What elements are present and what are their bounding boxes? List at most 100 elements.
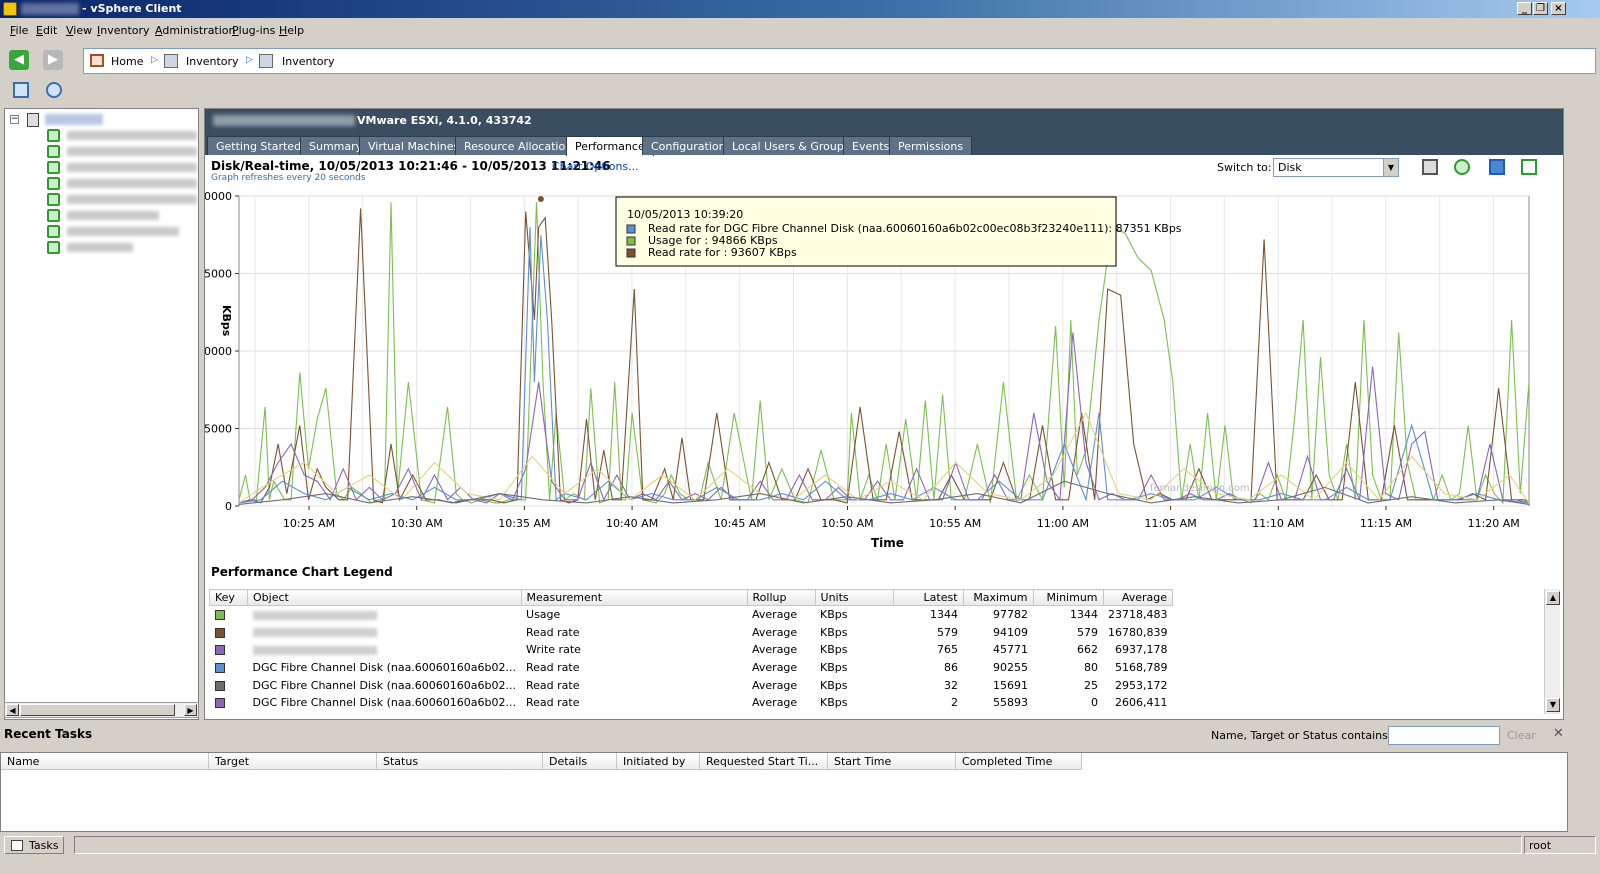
recent-tasks-title: Recent Tasks	[4, 727, 93, 741]
cell-minimum: 0	[1091, 696, 1099, 710]
breadcrumb-inventory-hosts[interactable]: Inventory	[282, 55, 335, 68]
x-tick-label: 10:25 AM	[283, 517, 335, 530]
close-icon[interactable]: ✕	[1553, 726, 1564, 741]
cell-measurement: Usage	[526, 608, 561, 622]
tree-host-node[interactable]: −	[5, 111, 195, 127]
tree-vm-node[interactable]	[5, 143, 197, 159]
tree-vm-node[interactable]	[5, 127, 197, 143]
forward-arrow-icon[interactable]: ▶	[43, 50, 63, 70]
legend-color-swatch	[214, 698, 225, 709]
tooltip-line: Read rate for : 93607 KBps	[648, 246, 797, 259]
back-arrow-icon[interactable]: ◀	[9, 50, 29, 70]
table-row[interactable]: Usage Average KBps 1344 97782 1344 23718,483	[210, 606, 1173, 624]
column-header-average[interactable]: Average	[1102, 589, 1174, 606]
cell-minimum: 80	[1084, 660, 1099, 674]
column-header-rollup[interactable]: Rollup	[746, 589, 816, 606]
tab-permissions[interactable]: Permissions	[889, 136, 973, 155]
print-icon[interactable]	[1422, 159, 1438, 175]
cell-units: KBps	[820, 625, 848, 639]
cell-rollup: Average	[752, 643, 798, 657]
tree-horizontal-scrollbar[interactable]: ◀ ▶	[4, 702, 199, 718]
scroll-thumb[interactable]	[20, 704, 175, 716]
cell-key	[210, 641, 248, 659]
menu-inventory[interactable]: Inventory	[97, 24, 150, 37]
restore-button[interactable]: ❐	[1533, 2, 1548, 15]
scroll-down-icon[interactable]: ▼	[1546, 698, 1560, 712]
column-header-completed-time[interactable]: Completed Time	[956, 753, 1082, 770]
column-header-initiated-by[interactable]: Initiated by	[617, 753, 700, 770]
column-header-requested-start-time[interactable]: Requested Start Ti...	[700, 753, 828, 770]
chevron-down-icon[interactable]: ▼	[1383, 159, 1398, 176]
add-host-icon[interactable]	[13, 82, 29, 98]
tree-vm-node[interactable]	[5, 159, 197, 175]
x-tick-label: 11:15 AM	[1360, 517, 1412, 530]
scroll-right-icon[interactable]: ▶	[184, 704, 197, 716]
tree-vm-node[interactable]	[5, 223, 195, 239]
popup-chart-icon[interactable]	[1521, 159, 1537, 175]
new-cluster-icon[interactable]	[46, 82, 62, 98]
switch-to-select[interactable]: Disk ▼	[1273, 158, 1399, 177]
scroll-up-icon[interactable]: ▲	[1546, 591, 1560, 605]
tab-configuration[interactable]: Configuration	[642, 136, 735, 155]
menu-administration[interactable]: Administration	[155, 24, 236, 37]
tab-getting-started[interactable]: Getting Started	[207, 136, 311, 155]
blurred-host-name	[213, 115, 355, 126]
refresh-icon[interactable]	[1454, 159, 1470, 175]
clear-filter-button[interactable]: Clear	[1507, 729, 1536, 742]
close-window-button[interactable]: ×	[1551, 2, 1566, 15]
menu-file[interactable]: File	[10, 24, 28, 37]
status-bar: Tasks root	[0, 834, 1600, 854]
tasks-button[interactable]: Tasks	[4, 836, 64, 854]
tree-vm-node[interactable]	[5, 191, 197, 207]
scroll-left-icon[interactable]: ◀	[6, 704, 19, 716]
column-header-details[interactable]: Details	[543, 753, 617, 770]
collapse-icon[interactable]: −	[10, 115, 19, 124]
column-header-key[interactable]: Key	[209, 589, 248, 606]
column-header-latest[interactable]: Latest	[892, 589, 964, 606]
cell-units: KBps	[820, 696, 848, 710]
column-header-measurement[interactable]: Measurement	[520, 589, 748, 606]
column-header-status[interactable]: Status	[377, 753, 543, 770]
menu-edit[interactable]: Edit	[36, 24, 57, 37]
chart-options-link[interactable]: Chart Options...	[552, 160, 639, 173]
legend-vertical-scrollbar[interactable]: ▲ ▼	[1544, 589, 1560, 714]
table-row[interactable]: DGC Fibre Channel Disk (naa.60060160a6b0…	[210, 676, 1173, 694]
legend-color-swatch	[214, 680, 225, 691]
column-header-maximum[interactable]: Maximum	[962, 589, 1034, 606]
column-header-target[interactable]: Target	[209, 753, 377, 770]
column-header-minimum[interactable]: Minimum	[1032, 589, 1104, 606]
tab-virtual-machines[interactable]: Virtual Machines	[359, 136, 469, 155]
column-header-name[interactable]: Name	[1, 753, 209, 770]
column-header-units[interactable]: Units	[814, 589, 894, 606]
task-filter-input[interactable]	[1388, 726, 1500, 745]
tab-local-users-groups[interactable]: Local Users & Groups	[723, 136, 859, 155]
tab-performance[interactable]: Performance	[566, 136, 654, 156]
tree-vm-node[interactable]	[5, 207, 195, 223]
table-row[interactable]: Read rate Average KBps 579 94109 579 16780,839	[210, 623, 1173, 641]
menu-bar: File Edit View Inventory Administration …	[0, 20, 1600, 40]
y-tick-label: 50000	[205, 345, 232, 358]
tree-vm-node[interactable]	[5, 175, 197, 191]
tab-resource-allocation[interactable]: Resource Allocation	[455, 136, 582, 155]
vm-icon	[47, 225, 60, 238]
table-row[interactable]: Write rate Average KBps 765 45771 662 6937,178	[210, 641, 1173, 659]
menu-view[interactable]: View	[66, 24, 92, 37]
tree-vm-node[interactable]	[5, 239, 195, 255]
table-row[interactable]: DGC Fibre Channel Disk (naa.60060160a6b0…	[210, 659, 1173, 677]
minimize-button[interactable]: _	[1517, 2, 1532, 15]
table-row[interactable]: DGC Fibre Channel Disk (naa.60060160a6b0…	[210, 694, 1173, 712]
breadcrumb-inventory[interactable]: Inventory	[186, 55, 239, 68]
save-icon[interactable]	[1489, 159, 1505, 175]
hosts-clusters-icon	[259, 54, 273, 68]
task-filter-label[interactable]: Name, Target or Status contains: ▾	[1211, 729, 1401, 742]
breadcrumb-home[interactable]: Home	[111, 55, 143, 68]
current-user: root	[1524, 836, 1596, 854]
menu-plugins[interactable]: Plug-ins	[232, 24, 275, 37]
menu-help[interactable]: Help	[279, 24, 304, 37]
column-header-object[interactable]: Object	[247, 589, 522, 606]
blurred-vm-label	[67, 147, 197, 156]
column-header-start-time[interactable]: Start Time	[828, 753, 956, 770]
y-axis-label: KBps	[220, 305, 233, 337]
cell-measurement: Read rate	[526, 660, 580, 674]
blurred-vm-label	[67, 131, 197, 140]
